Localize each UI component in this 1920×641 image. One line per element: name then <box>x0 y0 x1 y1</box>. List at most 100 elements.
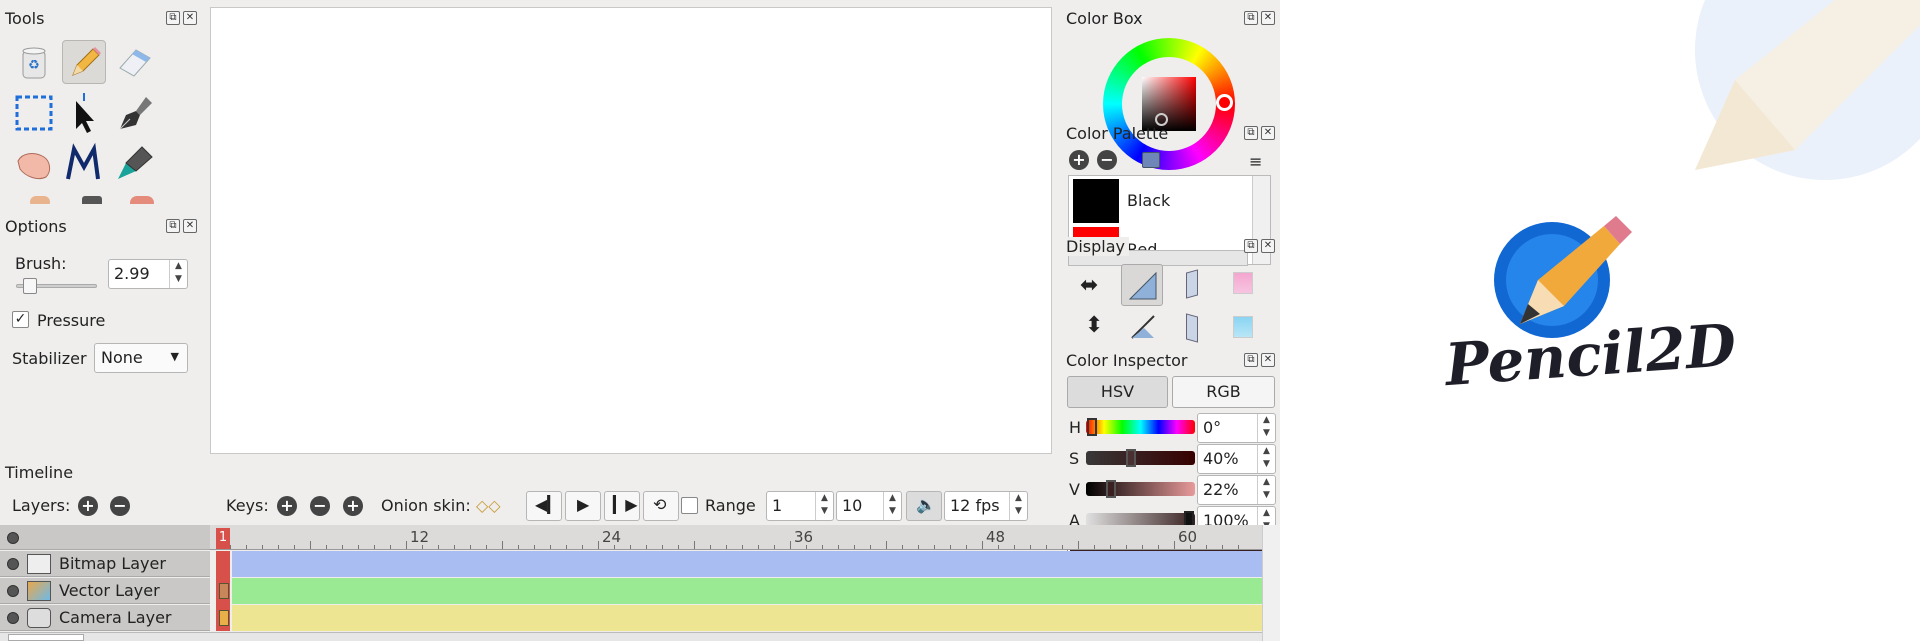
select-tool-button[interactable] <box>12 91 56 135</box>
visibility-all-icon[interactable] <box>7 532 19 544</box>
close-panel-button[interactable]: ✕ <box>1261 11 1275 25</box>
frame-ruler[interactable]: 12 24 36 48 60 <box>210 525 1262 550</box>
keyframe-vector[interactable] <box>219 583 229 599</box>
slider-handle[interactable] <box>1126 449 1136 467</box>
replace-color-icon[interactable] <box>1142 152 1160 168</box>
layer-row-vector[interactable]: Vector Layer <box>0 578 210 604</box>
add-layer-button[interactable]: + <box>78 496 98 516</box>
polyline-tool-button[interactable] <box>62 141 106 185</box>
add-key-button[interactable]: + <box>277 496 297 516</box>
layer-name[interactable]: Bitmap Layer <box>59 554 166 573</box>
spin-arrows[interactable]: ▲▼ <box>883 492 901 520</box>
remove-key-button[interactable]: − <box>310 496 330 516</box>
play-button[interactable]: ▶ <box>565 491 601 521</box>
layer-row-camera[interactable]: Camera Layer <box>0 605 210 631</box>
close-panel-button[interactable]: ✕ <box>1261 126 1275 140</box>
stabilizer-dropdown[interactable]: None ▼ <box>94 343 188 373</box>
next-frame-button[interactable]: ▎▶ <box>604 491 640 521</box>
float-panel-button[interactable]: ⧉ <box>166 11 180 25</box>
slider-handle[interactable] <box>1087 418 1097 436</box>
eraser-tool-button[interactable] <box>112 40 156 84</box>
scrollbar-thumb[interactable] <box>8 634 84 641</box>
remove-color-button[interactable]: − <box>1097 150 1117 170</box>
layer-track-camera[interactable] <box>232 605 1262 631</box>
remove-layer-button[interactable]: − <box>110 496 130 516</box>
saturation-slider[interactable] <box>1086 449 1195 467</box>
float-panel-button[interactable]: ⧉ <box>1244 353 1258 367</box>
saturation-value-square[interactable] <box>1142 77 1196 131</box>
brush-size-spinbox[interactable]: 2.99 ▲ ▼ <box>108 259 188 289</box>
tab-rgb[interactable]: RGB <box>1172 376 1275 408</box>
visibility-icon[interactable] <box>7 585 19 597</box>
pencil-tool-button[interactable] <box>62 40 106 84</box>
close-panel-button[interactable]: ✕ <box>183 219 197 233</box>
brush-size-slider[interactable] <box>16 278 97 294</box>
tab-hsv[interactable]: HSV <box>1067 376 1168 408</box>
visibility-icon[interactable] <box>7 558 19 570</box>
spin-arrows[interactable]: ▲▼ <box>1257 414 1275 442</box>
smudge-tool-button[interactable] <box>112 141 156 185</box>
duplicate-key-button[interactable]: + <box>343 496 363 516</box>
onion-skin-icon[interactable]: ◇◇ <box>476 496 501 515</box>
palette-item-label[interactable]: Black <box>1127 191 1170 210</box>
range-end-spinbox[interactable]: 10 ▲ ▼ <box>836 491 902 521</box>
current-frame-indicator[interactable]: 1 <box>216 528 230 549</box>
onion-next-icon[interactable] <box>1186 313 1198 343</box>
float-panel-button[interactable]: ⧉ <box>1244 11 1258 25</box>
overlay-toggle-button[interactable] <box>1121 264 1163 306</box>
layer-name[interactable]: Camera Layer <box>59 608 171 627</box>
layer-track-vector[interactable] <box>232 578 1262 604</box>
spin-arrows[interactable]: ▲▼ <box>1009 492 1027 520</box>
bucket-icon[interactable] <box>30 196 50 204</box>
move-tool-button[interactable] <box>62 91 106 135</box>
horizontal-flip-icon[interactable]: ⬌ <box>1080 273 1098 298</box>
mirror-icon[interactable] <box>1130 314 1156 344</box>
sound-toggle-button[interactable]: 🔈 <box>906 491 942 521</box>
spin-arrows[interactable]: ▲▼ <box>815 492 833 520</box>
keyframe-camera[interactable] <box>219 610 229 626</box>
timeline-h-scrollbar[interactable] <box>0 632 1262 641</box>
float-panel-button[interactable]: ⧉ <box>1244 239 1258 253</box>
visibility-icon[interactable] <box>7 612 19 624</box>
vertical-flip-icon[interactable]: ⬍ <box>1085 313 1103 338</box>
palette-swatch-black[interactable] <box>1073 179 1119 223</box>
fps-spinbox[interactable]: 12 fps ▲ ▼ <box>944 491 1028 521</box>
hue-wheel[interactable] <box>1103 38 1235 170</box>
float-panel-button[interactable]: ⧉ <box>1244 126 1258 140</box>
pressure-checkbox[interactable]: ✓ <box>12 311 29 328</box>
onion-red-icon[interactable] <box>1233 272 1253 294</box>
clear-tool-button[interactable]: ♻ <box>12 41 56 85</box>
spin-arrows[interactable]: ▲▼ <box>1257 445 1275 473</box>
layer-row-bitmap[interactable]: Bitmap Layer <box>0 551 210 577</box>
close-panel-button[interactable]: ✕ <box>183 11 197 25</box>
loop-button[interactable]: ⟲ <box>643 491 679 521</box>
saturation-spinbox[interactable]: 40% ▲ ▼ <box>1197 444 1276 474</box>
range-start-spinbox[interactable]: 1 ▲ ▼ <box>766 491 834 521</box>
spin-arrows[interactable]: ▲▼ <box>1257 476 1275 504</box>
add-color-button[interactable]: + <box>1069 150 1089 170</box>
onion-blue-icon[interactable] <box>1233 316 1253 338</box>
timeline-v-scrollbar[interactable] <box>1262 525 1280 641</box>
layer-track-bitmap[interactable] <box>232 551 1262 577</box>
eyedropper-icon[interactable] <box>82 196 102 204</box>
hand-tool-button[interactable] <box>12 141 56 185</box>
close-panel-button[interactable]: ✕ <box>1261 239 1275 253</box>
slider-handle[interactable] <box>23 278 37 294</box>
slider-handle[interactable] <box>1106 480 1116 498</box>
close-panel-button[interactable]: ✕ <box>1261 353 1275 367</box>
spin-arrows[interactable]: ▲▼ <box>169 260 187 288</box>
hue-spinbox[interactable]: 0° ▲ ▼ <box>1197 413 1276 443</box>
hue-slider[interactable] <box>1086 418 1195 436</box>
range-checkbox[interactable] <box>681 497 698 514</box>
layer-name[interactable]: Vector Layer <box>59 581 160 600</box>
value-spinbox[interactable]: 22% ▲ ▼ <box>1197 475 1276 505</box>
value-slider[interactable] <box>1086 480 1195 498</box>
pen-tool-button[interactable] <box>112 91 156 135</box>
previous-frame-button[interactable]: ◀▎ <box>526 491 562 521</box>
drawing-canvas[interactable] <box>210 7 1052 454</box>
brush-icon[interactable] <box>130 196 154 204</box>
float-panel-button[interactable]: ⧉ <box>166 219 180 233</box>
hue-cursor[interactable] <box>1216 94 1233 111</box>
palette-menu-icon[interactable]: ≡ <box>1249 152 1262 171</box>
onion-prev-icon[interactable] <box>1186 269 1198 299</box>
